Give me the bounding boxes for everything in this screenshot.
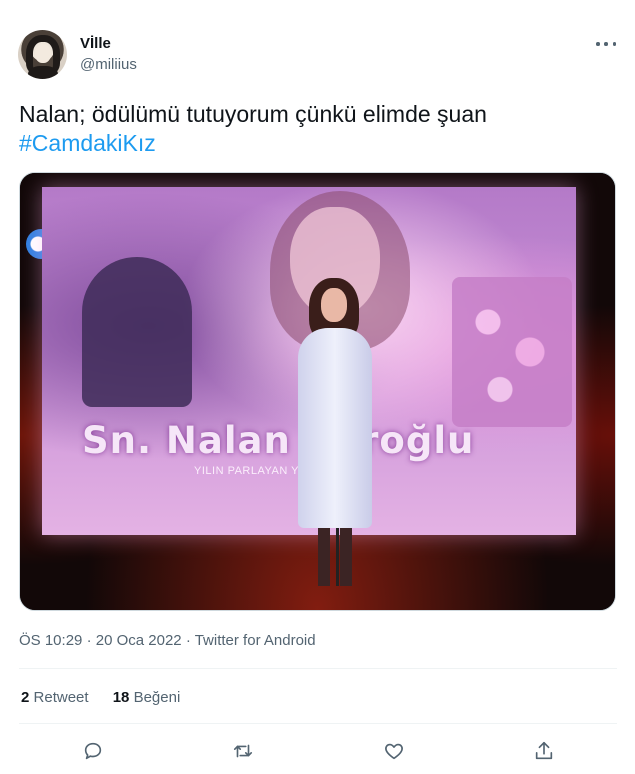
meta-separator: · xyxy=(185,632,191,649)
screen-chair xyxy=(82,257,192,407)
retweet-count: 2 xyxy=(21,689,30,706)
more-icon[interactable] xyxy=(596,36,616,52)
avatar-face xyxy=(35,44,51,63)
person-face xyxy=(321,288,347,322)
person-legs xyxy=(318,528,352,586)
hashtag-link[interactable]: #CamdakiKız xyxy=(19,129,619,158)
screen-flowers xyxy=(452,277,572,427)
award-recipient xyxy=(288,278,384,588)
retweet-icon xyxy=(233,744,253,758)
tweet-meta: ÖS 10:29 · 20 Oca 2022 · Twitter for And… xyxy=(19,632,316,649)
tweet-text: Nalan; ödülümü tutuyorum çünkü elimde şu… xyxy=(19,100,619,158)
tweet-body: Nalan; ödülümü tutuyorum çünkü elimde şu… xyxy=(19,101,487,127)
more-dot xyxy=(596,42,600,46)
tweet-date[interactable]: 20 Oca 2022 xyxy=(96,632,182,649)
retweet-label: Retweet xyxy=(33,689,89,706)
screen-name-text: Sn. Nalan Koroğlu xyxy=(82,419,475,462)
more-dot xyxy=(604,42,608,46)
divider xyxy=(19,668,617,669)
avatar-body xyxy=(28,66,58,79)
share-button[interactable] xyxy=(529,736,559,766)
person-dress xyxy=(298,328,372,528)
like-label: Beğeni xyxy=(133,689,181,706)
tweet-source[interactable]: Twitter for Android xyxy=(195,632,316,649)
meta-separator: · xyxy=(86,632,92,649)
reply-icon xyxy=(84,742,102,760)
like-count: 18 xyxy=(112,689,130,706)
display-name[interactable]: Vİlle xyxy=(80,35,111,52)
like-stat[interactable]: 18 Beğeni xyxy=(113,689,181,706)
share-icon xyxy=(535,741,553,760)
heart-icon xyxy=(385,743,403,760)
user-handle[interactable]: @miliius xyxy=(80,56,137,73)
tweet-time[interactable]: ÖS 10:29 xyxy=(19,632,82,649)
like-button[interactable] xyxy=(379,736,409,766)
more-dot xyxy=(612,42,616,46)
reply-button[interactable] xyxy=(78,736,108,766)
retweet-stat[interactable]: 2 Retweet xyxy=(21,689,89,706)
tweet-stats: 2 Retweet 18 Beğeni xyxy=(21,689,200,706)
avatar[interactable] xyxy=(18,30,67,79)
retweet-button[interactable] xyxy=(228,736,258,766)
divider xyxy=(19,723,617,724)
tweet-photo[interactable]: Sn. Nalan Koroğlu YILIN PARLAYAN YILDIZI xyxy=(19,172,616,611)
action-bar xyxy=(0,736,635,766)
